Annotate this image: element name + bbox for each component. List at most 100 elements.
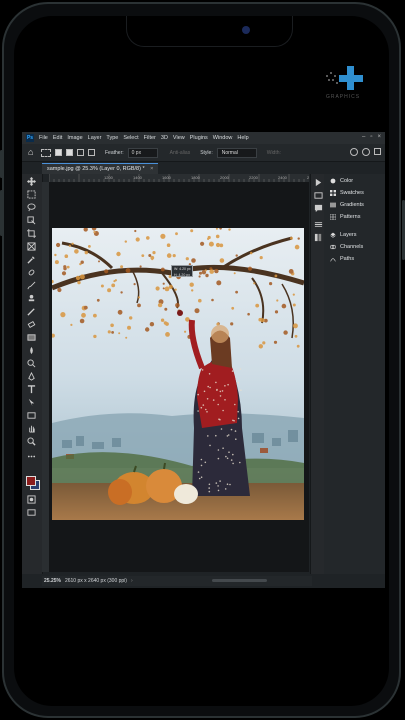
document-tab[interactable]: sample.jpg @ 25.3% (Layer 0, RGB/8) * × xyxy=(42,162,159,174)
menu-image[interactable]: Image xyxy=(67,135,82,141)
menu-bar: Ps File Edit Image Layer Type Select Fil… xyxy=(22,132,385,144)
more-tools-icon[interactable] xyxy=(26,451,37,462)
paths-icon xyxy=(330,256,336,262)
marquee-preset-icon[interactable] xyxy=(41,148,51,157)
menu-filter[interactable]: Filter xyxy=(144,135,156,141)
minimize-icon[interactable]: – xyxy=(362,134,365,140)
gradients-panel-tab[interactable]: Gradients xyxy=(330,202,364,208)
menu-3d[interactable]: 3D xyxy=(161,135,168,141)
watermark-logo: GRAPHICS xyxy=(319,64,367,102)
document-tab-title: sample.jpg @ 25.3% (Layer 0, RGB/8) * xyxy=(47,165,145,172)
comments-panel-icon[interactable] xyxy=(313,203,324,214)
channels-icon xyxy=(330,244,336,250)
quick-mask-icon[interactable] xyxy=(26,494,37,505)
document-info[interactable]: 2610 px x 2640 px (300 ppi) xyxy=(65,578,127,584)
dodge-tool-icon[interactable] xyxy=(26,358,37,369)
home-icon[interactable]: ⌂ xyxy=(28,148,37,157)
paths-panel-label: Paths xyxy=(340,256,355,262)
gradient-tool-icon[interactable] xyxy=(26,332,37,343)
tab-close-icon[interactable]: × xyxy=(150,166,153,172)
path-selection-icon[interactable] xyxy=(26,397,37,408)
menu-window[interactable]: Window xyxy=(213,135,233,141)
swatches-icon xyxy=(330,190,336,196)
gradients-panel-label: Gradients xyxy=(340,202,364,208)
color-panel-label: Color xyxy=(340,178,354,184)
marquee-tool-icon[interactable] xyxy=(26,189,37,200)
zoom-tool-icon[interactable] xyxy=(26,436,37,447)
photoshop-window: Ps File Edit Image Layer Type Select Fil… xyxy=(22,132,385,588)
rectangle-tool-icon[interactable] xyxy=(26,410,37,421)
clone-stamp-icon[interactable] xyxy=(26,293,37,304)
type-tool-icon[interactable] xyxy=(26,384,37,395)
ruler-tick-label: 1200 xyxy=(104,175,114,180)
ruler-tick-label: 2000 xyxy=(220,175,230,180)
move-tool-icon[interactable] xyxy=(26,176,37,187)
hand-tool-icon[interactable] xyxy=(26,423,37,434)
eyedropper-icon[interactable] xyxy=(26,254,37,265)
ruler-tick-label: 1800 xyxy=(191,175,201,180)
properties-panel-icon[interactable] xyxy=(313,190,324,201)
menu-type[interactable]: Type xyxy=(106,135,118,141)
feather-input[interactable]: 0 px xyxy=(127,147,158,158)
status-bar: 25.25% 2610 px x 2640 px (300 ppi) › xyxy=(42,576,312,586)
phone-notch xyxy=(126,16,293,47)
brush-tool-icon[interactable] xyxy=(26,280,37,291)
antialias-checkbox[interactable]: Anti-alias xyxy=(170,150,191,156)
frame-tool-icon[interactable] xyxy=(26,241,37,252)
menu-layer[interactable]: Layer xyxy=(88,135,102,141)
close-icon[interactable]: × xyxy=(377,134,381,140)
screen-mode-icon[interactable] xyxy=(26,507,37,518)
search-icon[interactable] xyxy=(362,148,370,156)
canvas-area[interactable]: W: 4.20 px H: 4.20 px xyxy=(49,182,344,572)
libraries-panel-icon[interactable] xyxy=(313,232,324,243)
status-arrow-icon[interactable]: › xyxy=(131,578,133,584)
options-bar: ⌂ Feather: 0 px Anti-alias Style: Normal… xyxy=(22,144,385,162)
menu-help[interactable]: Help xyxy=(237,135,248,141)
horizontal-scrollbar[interactable] xyxy=(212,579,267,582)
menu-file[interactable]: File xyxy=(39,135,48,141)
history-panel-icon[interactable] xyxy=(313,177,324,188)
ruler-tick-label: 1600 xyxy=(162,175,172,180)
color-icon xyxy=(330,178,336,184)
crop-tool-icon[interactable] xyxy=(26,228,37,239)
eraser-icon[interactable] xyxy=(26,319,37,330)
workspace-icon[interactable] xyxy=(374,148,381,155)
front-camera xyxy=(242,26,250,34)
paths-panel-tab[interactable]: Paths xyxy=(330,256,354,262)
add-selection-icon[interactable] xyxy=(66,149,73,156)
swatches-panel-tab[interactable]: Swatches xyxy=(330,190,364,196)
menu-plugins[interactable]: Plugins xyxy=(190,135,208,141)
color-panel-tab[interactable]: Color xyxy=(330,178,353,184)
style-label: Style: xyxy=(200,149,213,156)
document-tabs: sample.jpg @ 25.3% (Layer 0, RGB/8) * × xyxy=(42,162,312,174)
channels-panel-label: Channels xyxy=(340,244,364,250)
maximize-icon[interactable]: ▫ xyxy=(370,134,372,140)
width-label: Width: xyxy=(266,149,281,156)
history-brush-icon[interactable] xyxy=(26,306,37,317)
zoom-level[interactable]: 25.25% xyxy=(44,578,61,584)
window-controls: – ▫ × xyxy=(362,134,381,140)
lasso-tool-icon[interactable] xyxy=(26,202,37,213)
blur-tool-icon[interactable] xyxy=(26,345,37,356)
menu-select[interactable]: Select xyxy=(123,135,138,141)
object-selection-icon[interactable] xyxy=(26,215,37,226)
pen-tool-icon[interactable] xyxy=(26,371,37,382)
user-icon[interactable] xyxy=(350,148,358,156)
intersect-selection-icon[interactable] xyxy=(88,149,95,156)
subtract-selection-icon[interactable] xyxy=(77,149,84,156)
layers-panel-tab[interactable]: Layers xyxy=(330,232,357,238)
foreground-color-swatch[interactable] xyxy=(26,476,36,486)
layers-icon xyxy=(330,232,336,238)
new-selection-icon[interactable] xyxy=(55,149,62,156)
menu-edit[interactable]: Edit xyxy=(53,135,62,141)
patterns-panel-tab[interactable]: Patterns xyxy=(329,213,360,221)
healing-brush-icon[interactable] xyxy=(26,267,37,278)
adjustments-panel-icon[interactable] xyxy=(313,219,324,230)
ruler-tick-label: 2600 xyxy=(307,175,309,180)
ruler-ticks: 1200 1400 1600 1800 2000 2200 2400 2600 xyxy=(48,174,317,182)
tools-panel xyxy=(22,174,43,574)
style-select[interactable]: Normal xyxy=(216,147,257,158)
channels-panel-tab[interactable]: Channels xyxy=(330,244,363,250)
selection-height-readout: H: 4.20 px xyxy=(174,273,190,277)
menu-view[interactable]: View xyxy=(173,135,185,141)
